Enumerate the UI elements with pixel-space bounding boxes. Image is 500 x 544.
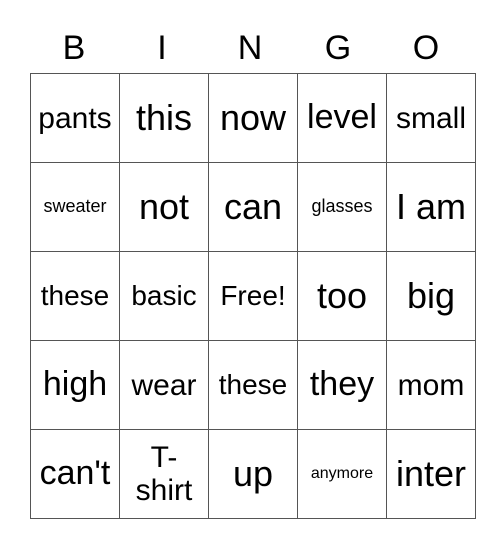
bingo-row: can't T- shirt up anymore inter [30, 429, 476, 519]
bingo-cell[interactable]: I am [386, 162, 476, 252]
bingo-cell[interactable]: high [30, 340, 120, 430]
bingo-cell[interactable]: now [208, 73, 298, 163]
bingo-cell[interactable]: up [208, 429, 298, 519]
bingo-cell[interactable]: too [297, 251, 387, 341]
bingo-cell[interactable]: these [30, 251, 120, 341]
bingo-card: pants this now level small sweater not c… [30, 73, 476, 519]
bingo-cell[interactable]: T- shirt [119, 429, 209, 519]
header-letter-g: G [324, 29, 352, 67]
bingo-cell[interactable]: inter [386, 429, 476, 519]
bingo-cell[interactable]: this [119, 73, 209, 163]
bingo-cell[interactable]: level [297, 73, 387, 163]
bingo-cell-free[interactable]: Free! [208, 251, 298, 341]
bingo-row: these basic Free! too big [30, 251, 476, 341]
bingo-cell[interactable]: they [297, 340, 387, 430]
bingo-row: high wear these they mom [30, 340, 476, 430]
bingo-cell[interactable]: can't [30, 429, 120, 519]
bingo-cell[interactable]: wear [119, 340, 209, 430]
bingo-cell[interactable]: these [208, 340, 298, 430]
bingo-cell[interactable]: can [208, 162, 298, 252]
bingo-row: sweater not can glasses I am [30, 162, 476, 252]
bingo-row: pants this now level small [30, 73, 476, 163]
bingo-cell[interactable]: anymore [297, 429, 387, 519]
header-letter-n: N [237, 29, 263, 67]
bingo-cell[interactable]: big [386, 251, 476, 341]
bingo-cell[interactable]: sweater [30, 162, 120, 252]
bingo-cell[interactable]: small [386, 73, 476, 163]
header-letter-b: B [62, 29, 86, 67]
bingo-cell[interactable]: basic [119, 251, 209, 341]
header-letter-i: I [157, 29, 167, 67]
bingo-cell[interactable]: pants [30, 73, 120, 163]
bingo-cell[interactable]: not [119, 162, 209, 252]
bingo-header: B I N G O [30, 28, 470, 68]
bingo-cell[interactable]: glasses [297, 162, 387, 252]
header-letter-o: O [412, 29, 440, 67]
bingo-cell[interactable]: mom [386, 340, 476, 430]
